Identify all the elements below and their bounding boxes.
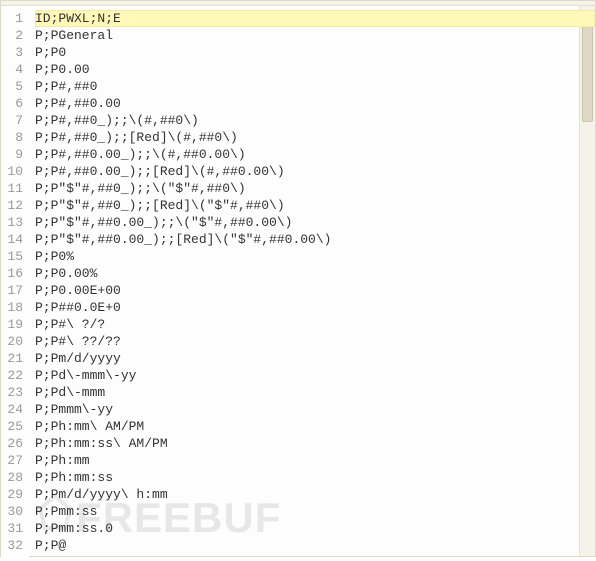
code-text: P;Pd\-mmm\-yy bbox=[35, 368, 136, 383]
code-line[interactable]: P;P"$"#,##0.00_);;\("$"#,##0.00\) bbox=[35, 214, 595, 231]
code-line[interactable]: P;P"$"#,##0_);;\("$"#,##0\) bbox=[35, 180, 595, 197]
code-text: P;P#,##0.00_);;\(#,##0.00\) bbox=[35, 147, 246, 162]
line-number: 15 bbox=[7, 248, 23, 265]
code-line[interactable]: P;Pmmm\-yy bbox=[35, 401, 595, 418]
line-number: 2 bbox=[7, 27, 23, 44]
code-line[interactable]: P;P#\ ??/?? bbox=[35, 333, 595, 350]
code-line[interactable]: P;P#,##0.00_);;[Red]\(#,##0.00\) bbox=[35, 163, 595, 180]
code-text: P;Ph:mm:ss bbox=[35, 470, 113, 485]
code-line[interactable]: P;P#,##0.00 bbox=[35, 95, 595, 112]
code-text: P;PGeneral bbox=[35, 28, 113, 43]
line-number: 7 bbox=[7, 112, 23, 129]
code-line[interactable]: P;P0.00% bbox=[35, 265, 595, 282]
code-text: P;Ph:mm bbox=[35, 453, 90, 468]
code-text: P;P"$"#,##0.00_);;[Red]\("$"#,##0.00\) bbox=[35, 232, 331, 247]
code-line[interactable]: P;P"$"#,##0_);;[Red]\("$"#,##0\) bbox=[35, 197, 595, 214]
code-line[interactable]: P;P@ bbox=[35, 537, 595, 554]
line-number: 23 bbox=[7, 384, 23, 401]
line-number: 5 bbox=[7, 78, 23, 95]
code-text: P;P#,##0 bbox=[35, 79, 97, 94]
line-number: 26 bbox=[7, 435, 23, 452]
code-editor: 1234567891011121314151617181920212223242… bbox=[1, 6, 595, 561]
code-text: P;P#,##0_);;\(#,##0\) bbox=[35, 113, 199, 128]
line-number: 17 bbox=[7, 282, 23, 299]
code-line[interactable]: P;P#,##0_);;[Red]\(#,##0\) bbox=[35, 129, 595, 146]
line-number: 32 bbox=[7, 537, 23, 554]
line-number: 1 bbox=[7, 10, 23, 27]
code-line[interactable]: P;Pmm:ss.0 bbox=[35, 520, 595, 537]
code-line[interactable]: P;P#,##0 bbox=[35, 78, 595, 95]
code-line[interactable]: P;P#\ ?/? bbox=[35, 316, 595, 333]
code-text: P;P#\ ?/? bbox=[35, 317, 105, 332]
code-line[interactable]: P;Ph:mm bbox=[35, 452, 595, 469]
code-line[interactable]: P;P"$"#,##0.00_);;[Red]\("$"#,##0.00\) bbox=[35, 231, 595, 248]
line-number: 31 bbox=[7, 520, 23, 537]
line-number-gutter: 1234567891011121314151617181920212223242… bbox=[1, 6, 29, 561]
code-line[interactable]: P;Pm/d/yyyy\ h:mm bbox=[35, 486, 595, 503]
code-line[interactable]: P;Pm/d/yyyy bbox=[35, 350, 595, 367]
code-text: P;Pmm:ss bbox=[35, 504, 97, 519]
code-line[interactable]: P;P#,##0.00_);;\(#,##0.00\) bbox=[35, 146, 595, 163]
code-text: ID;PWXL;N;E bbox=[35, 11, 121, 26]
code-text: P;P0.00E+00 bbox=[35, 283, 121, 298]
code-text: P;P0% bbox=[35, 249, 74, 264]
line-number: 11 bbox=[7, 180, 23, 197]
code-text: P;P##0.0E+0 bbox=[35, 300, 121, 315]
line-number: 3 bbox=[7, 44, 23, 61]
code-line[interactable]: P;P0.00 bbox=[35, 61, 595, 78]
code-text: P;P#,##0.00 bbox=[35, 96, 121, 111]
line-number: 13 bbox=[7, 214, 23, 231]
line-number: 19 bbox=[7, 316, 23, 333]
code-text: P;P#\ ??/?? bbox=[35, 334, 121, 349]
line-number: 21 bbox=[7, 350, 23, 367]
code-text: P;P#,##0.00_);;[Red]\(#,##0.00\) bbox=[35, 164, 285, 179]
code-text: P;Pm/d/yyyy\ h:mm bbox=[35, 487, 168, 502]
code-text: P;P0.00% bbox=[35, 266, 97, 281]
code-line[interactable]: P;P0.00E+00 bbox=[35, 282, 595, 299]
code-line[interactable]: P;P##0.0E+0 bbox=[35, 299, 595, 316]
code-content[interactable]: ID;PWXL;N;E P;PGeneral P;P0 P;P0.00 P;P#,##0… bbox=[29, 6, 595, 561]
code-line[interactable]: P;Pd\-mmm\-yy bbox=[35, 367, 595, 384]
line-number: 27 bbox=[7, 452, 23, 469]
code-text: P;P#,##0_);;[Red]\(#,##0\) bbox=[35, 130, 238, 145]
line-number: 6 bbox=[7, 95, 23, 112]
code-line[interactable]: P;Ph:mm\ AM/PM bbox=[35, 418, 595, 435]
line-number: 24 bbox=[7, 401, 23, 418]
code-text: P;P"$"#,##0_);;[Red]\("$"#,##0\) bbox=[35, 198, 285, 213]
line-number: 28 bbox=[7, 469, 23, 486]
code-line[interactable]: ID;PWXL;N;E bbox=[35, 10, 595, 27]
line-number: 4 bbox=[7, 61, 23, 78]
code-text: P;Ph:mm\ AM/PM bbox=[35, 419, 144, 434]
line-number: 8 bbox=[7, 129, 23, 146]
code-text: P;P"$"#,##0.00_);;\("$"#,##0.00\) bbox=[35, 215, 292, 230]
code-text: P;P@ bbox=[35, 538, 66, 553]
line-number: 29 bbox=[7, 486, 23, 503]
line-number: 30 bbox=[7, 503, 23, 520]
code-line[interactable]: P;P0% bbox=[35, 248, 595, 265]
line-number: 22 bbox=[7, 367, 23, 384]
code-line[interactable]: P;Ph:mm:ss bbox=[35, 469, 595, 486]
line-number: 9 bbox=[7, 146, 23, 163]
line-number: 12 bbox=[7, 197, 23, 214]
code-line[interactable]: P;Ph:mm:ss\ AM/PM bbox=[35, 435, 595, 452]
code-text: P;P0 bbox=[35, 45, 66, 60]
code-line[interactable]: P;PGeneral bbox=[35, 27, 595, 44]
code-text: P;P"$"#,##0_);;\("$"#,##0\) bbox=[35, 181, 246, 196]
code-text: P;Pmm:ss.0 bbox=[35, 521, 113, 536]
code-text: P;Pd\-mmm bbox=[35, 385, 105, 400]
code-text: P;Pmmm\-yy bbox=[35, 402, 113, 417]
code-text: P;Pm/d/yyyy bbox=[35, 351, 121, 366]
line-number: 16 bbox=[7, 265, 23, 282]
code-line[interactable]: P;P0 bbox=[35, 44, 595, 61]
line-number: 10 bbox=[7, 163, 23, 180]
code-text: P;P0.00 bbox=[35, 62, 90, 77]
code-line[interactable]: P;Pmm:ss bbox=[35, 503, 595, 520]
code-line[interactable]: P;P#,##0_);;\(#,##0\) bbox=[35, 112, 595, 129]
line-number: 20 bbox=[7, 333, 23, 350]
line-number: 25 bbox=[7, 418, 23, 435]
code-text: P;Ph:mm:ss\ AM/PM bbox=[35, 436, 168, 451]
line-number: 14 bbox=[7, 231, 23, 248]
code-line[interactable]: P;Pd\-mmm bbox=[35, 384, 595, 401]
line-number: 18 bbox=[7, 299, 23, 316]
